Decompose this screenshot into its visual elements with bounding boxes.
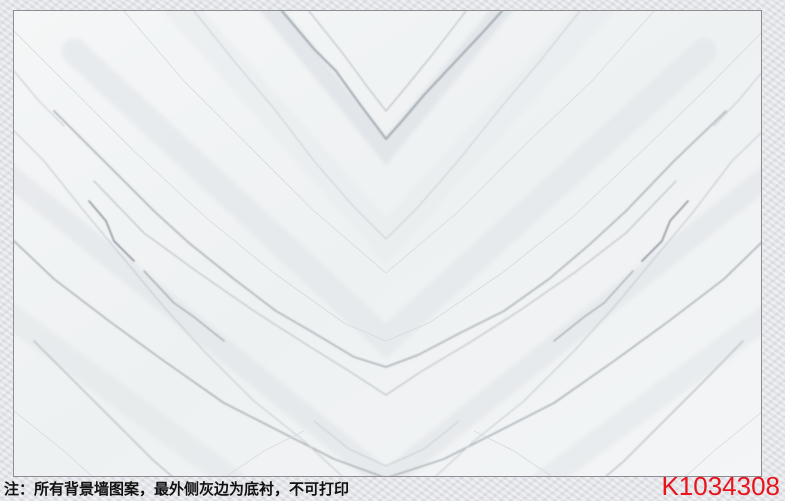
printing-note-caption: 注：所有背景墙图案，最外侧灰边为底衬，不可打印: [4, 480, 350, 498]
marble-texture-image: [14, 11, 761, 476]
marble-pattern-panel: [13, 10, 762, 477]
product-code-label: K1034308: [661, 471, 780, 501]
